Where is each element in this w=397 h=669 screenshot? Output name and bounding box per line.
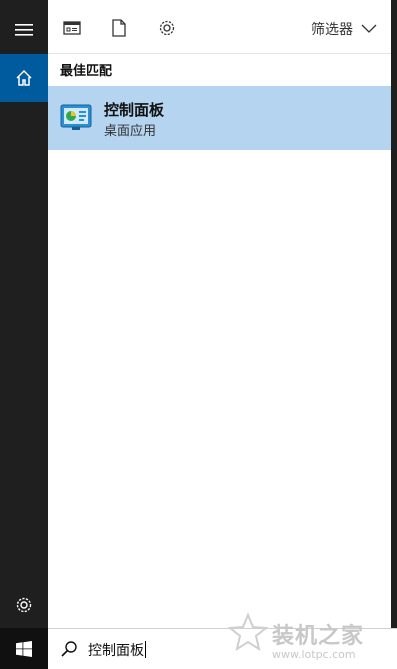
search-input[interactable]: 控制面板 bbox=[88, 640, 146, 660]
best-match-result[interactable]: 控制面板 桌面应用 bbox=[48, 86, 391, 150]
settings-button[interactable] bbox=[0, 581, 48, 629]
documents-filter-button[interactable] bbox=[108, 17, 130, 39]
watermark-url: www.lotpc.com bbox=[272, 648, 356, 661]
settings-filter-button[interactable] bbox=[156, 17, 178, 39]
apps-icon bbox=[63, 21, 81, 35]
star-logo-icon bbox=[228, 612, 268, 652]
gear-icon bbox=[16, 597, 32, 613]
start-button[interactable] bbox=[0, 628, 48, 669]
panel-edge bbox=[391, 0, 397, 628]
menu-expand-button[interactable] bbox=[0, 6, 48, 54]
apps-filter-button[interactable] bbox=[61, 17, 83, 39]
search-query: 控制面板 bbox=[88, 643, 144, 659]
windows-logo-icon bbox=[16, 640, 32, 657]
text-caret bbox=[145, 641, 146, 658]
document-icon bbox=[112, 19, 126, 37]
control-panel-icon bbox=[60, 104, 92, 130]
results-toolbar: 筛选器 bbox=[48, 0, 391, 54]
start-left-rail bbox=[0, 0, 48, 669]
filter-label: 筛选器 bbox=[311, 22, 353, 38]
filter-dropdown[interactable]: 筛选器 bbox=[311, 18, 377, 40]
result-title: 控制面板 bbox=[104, 101, 165, 119]
chevron-down-icon bbox=[361, 24, 377, 33]
watermark: 装机之家 www.lotpc.com bbox=[228, 606, 394, 666]
search-icon bbox=[61, 641, 77, 657]
home-button[interactable] bbox=[0, 54, 48, 102]
hamburger-icon bbox=[15, 24, 33, 36]
settings-icon bbox=[159, 20, 175, 36]
watermark-title: 装机之家 bbox=[272, 624, 365, 649]
home-icon bbox=[16, 69, 32, 86]
best-match-heading: 最佳匹配 bbox=[60, 64, 113, 79]
search-results-panel: 筛选器 最佳匹配 控制面板 桌面应用 bbox=[48, 0, 391, 628]
result-subtitle: 桌面应用 bbox=[104, 124, 157, 139]
